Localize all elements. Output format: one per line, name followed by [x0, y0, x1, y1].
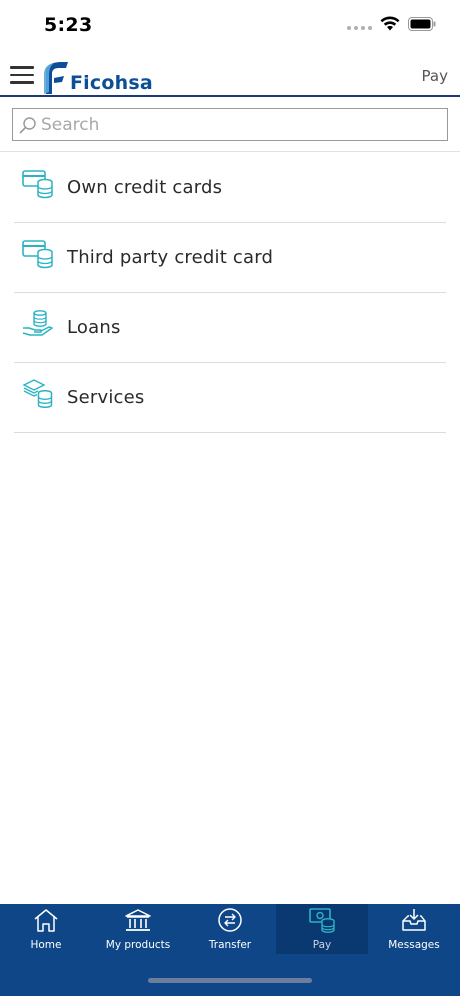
hand-coins-icon	[22, 310, 53, 336]
tab-my-products[interactable]: My products	[92, 904, 184, 954]
pay-options-list: Own credit cards Third party credit card…	[14, 153, 446, 433]
tab-messages[interactable]: Messages	[368, 904, 460, 954]
credit-card-coins-icon	[22, 170, 53, 199]
tab-label: My products	[105, 939, 171, 951]
ficohsa-logo: Ficohsa	[42, 56, 153, 96]
status-icons	[347, 16, 436, 31]
search-divider	[0, 151, 460, 152]
bills-coins-icon	[22, 379, 53, 409]
tab-label: Pay	[312, 939, 332, 951]
status-time: 5:23	[44, 14, 93, 36]
wifi-icon	[380, 16, 400, 31]
cellular-signal-icon	[347, 18, 372, 30]
page-title: Pay	[421, 67, 448, 85]
search-icon	[19, 116, 36, 133]
home-indicator	[148, 978, 312, 983]
list-item-loans[interactable]: Loans	[14, 293, 446, 363]
header-divider	[0, 95, 460, 97]
tab-home[interactable]: Home	[0, 904, 92, 954]
credit-card-coins-icon	[22, 240, 53, 269]
list-item-services[interactable]: Services	[14, 363, 446, 433]
search-input[interactable]	[41, 114, 441, 135]
tab-transfer[interactable]: Transfer	[184, 904, 276, 954]
list-item-label: Third party credit card	[67, 247, 274, 268]
list-item-label: Own credit cards	[67, 177, 223, 198]
list-item-third-party-credit-card[interactable]: Third party credit card	[14, 223, 446, 293]
list-item-label: Services	[67, 387, 145, 408]
pay-icon	[309, 908, 335, 933]
hamburger-menu-icon[interactable]	[10, 66, 34, 84]
transfer-icon	[218, 908, 242, 932]
battery-icon	[408, 16, 436, 31]
inbox-icon	[402, 909, 426, 931]
home-icon	[34, 909, 58, 932]
search-bar[interactable]	[12, 108, 448, 141]
ficohsa-logo-mark-icon	[44, 62, 68, 94]
tab-pay[interactable]: Pay	[276, 904, 368, 954]
bank-icon	[125, 909, 151, 931]
tab-label: Messages	[388, 939, 440, 951]
list-item-own-credit-cards[interactable]: Own credit cards	[14, 153, 446, 223]
app-header: Ficohsa Pay	[0, 52, 460, 96]
tab-label: Home	[30, 939, 62, 951]
list-item-label: Loans	[67, 317, 121, 338]
logo-text: Ficohsa	[70, 72, 153, 94]
tab-label: Transfer	[208, 939, 252, 951]
status-bar: 5:23	[0, 0, 460, 50]
